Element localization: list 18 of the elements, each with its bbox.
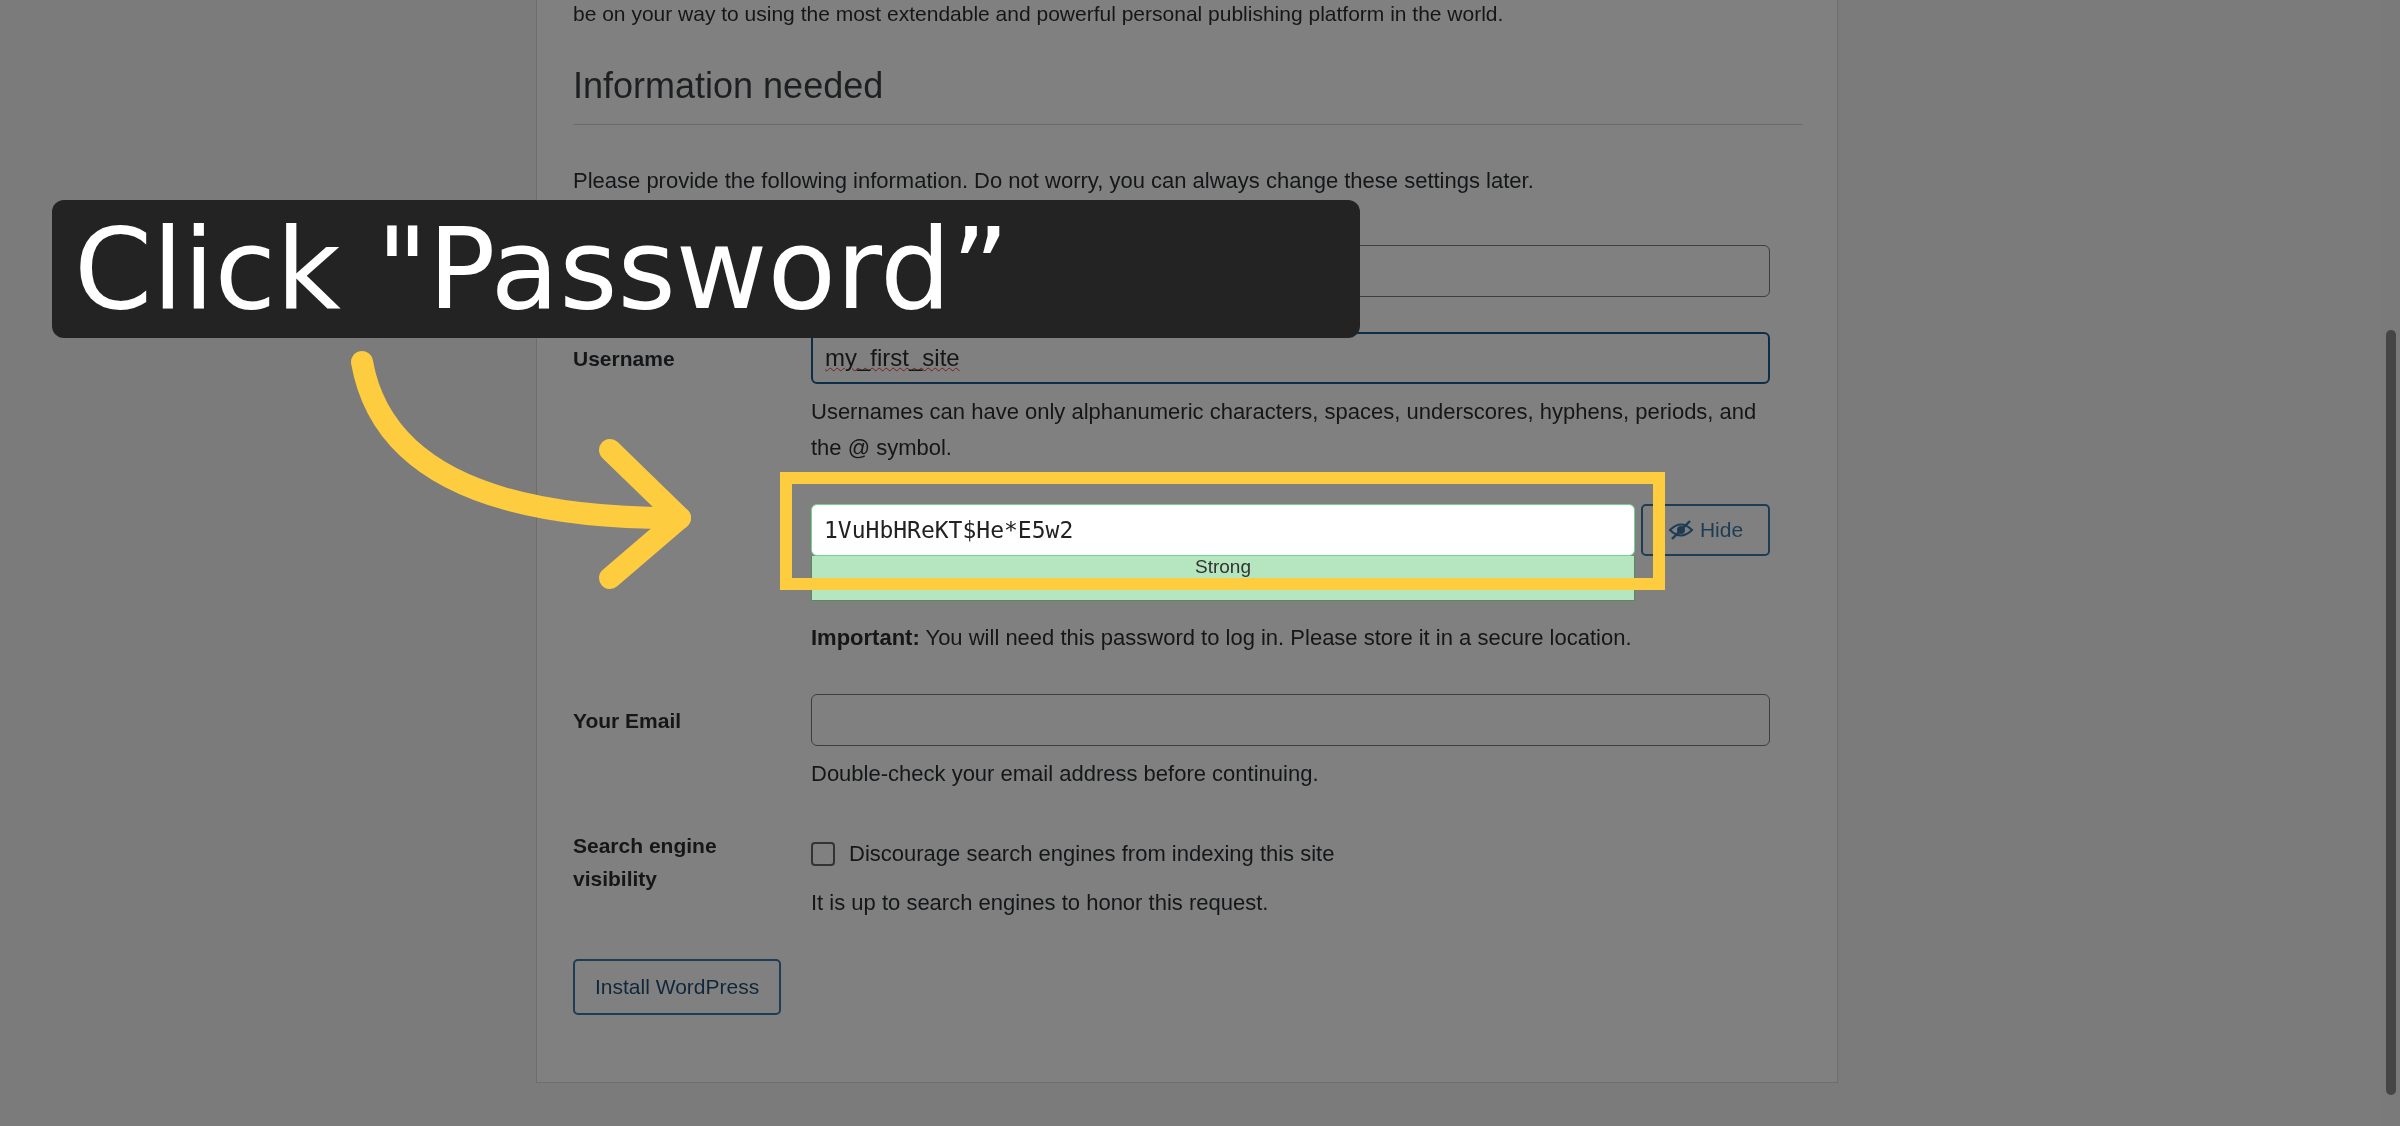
checkbox[interactable] bbox=[811, 842, 835, 866]
hide-button[interactable]: Hide bbox=[1641, 504, 1770, 556]
eye-slash-icon bbox=[1667, 519, 1694, 541]
input-field[interactable] bbox=[811, 694, 1770, 746]
intro-text: be on your way to using the most extendable and powerful personal publishing platform in the world. bbox=[573, 1, 1505, 27]
field-hint: Usernames can have only alphanumeric characters, spaces, underscores, hyphens, periods, and the @ symbol. bbox=[811, 398, 1758, 462]
password-field[interactable]: 1VuHbHReKT$He*E5w2 bbox=[811, 504, 1635, 556]
instructions-text: Please provide the following information. Do not worry, you can always change these settings later. bbox=[573, 167, 1535, 195]
install-button[interactable]: Install WordPress bbox=[573, 959, 782, 1015]
field-label: Search engine visibility bbox=[573, 833, 718, 892]
field-hint: Double-check your email address before continuing. bbox=[811, 760, 1320, 788]
field-label: Your Email bbox=[573, 708, 683, 734]
callout-tooltip: Click "Password” bbox=[52, 200, 1360, 338]
field-label: Username bbox=[573, 346, 676, 372]
checkbox-label[interactable]: Discourage search engines from indexing this site bbox=[849, 841, 1335, 867]
section-heading: Information needed bbox=[573, 64, 885, 108]
password-note: Important: You will need this password to log in. Please store it in a secure location. bbox=[811, 624, 1633, 652]
field-hint: It is up to search engines to honor this request. bbox=[811, 889, 1270, 917]
